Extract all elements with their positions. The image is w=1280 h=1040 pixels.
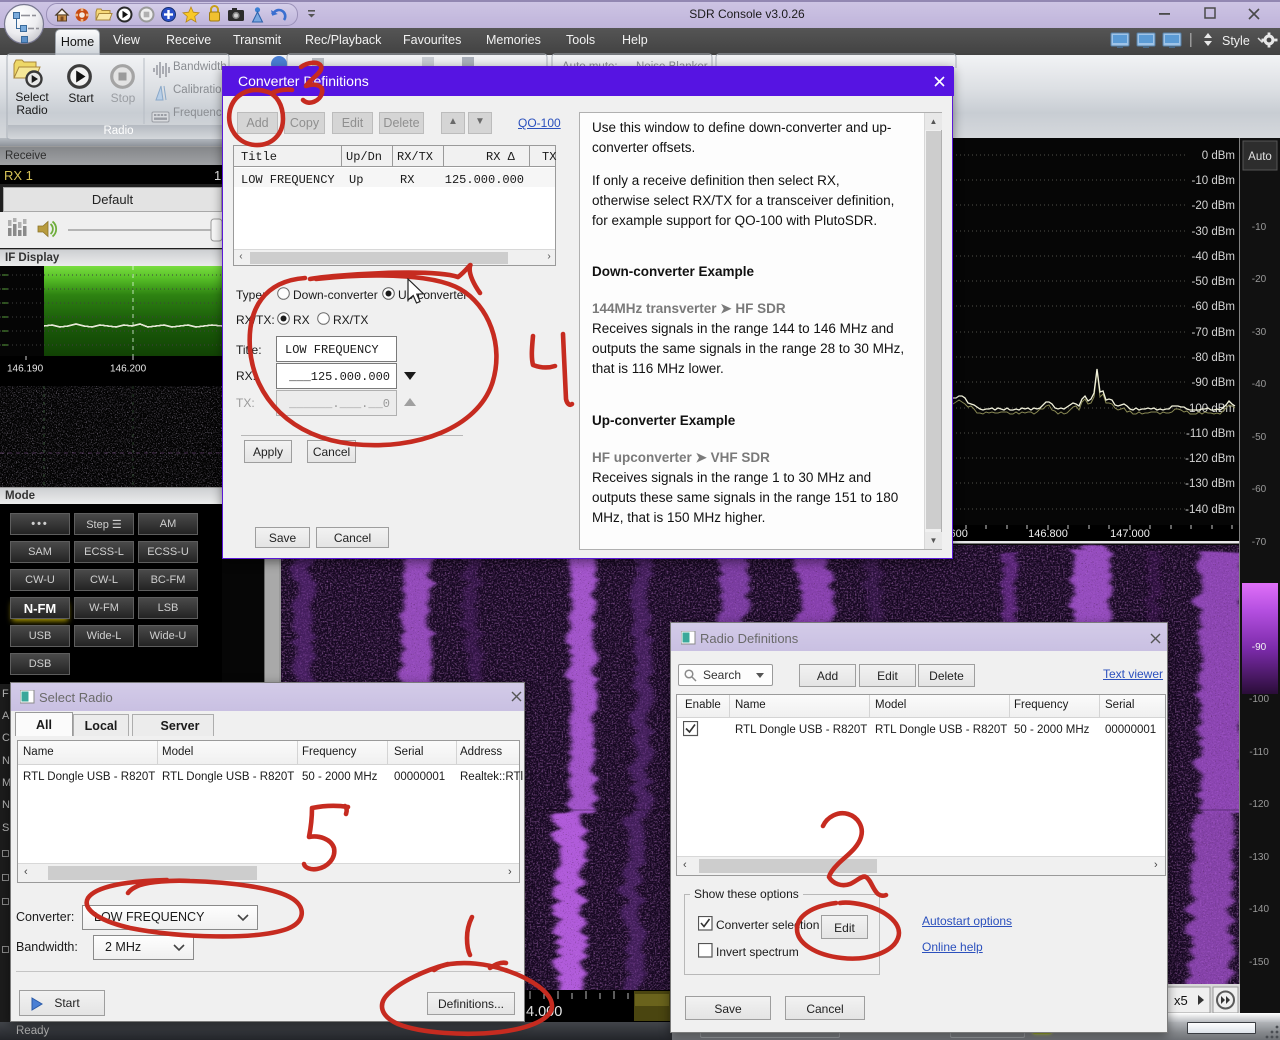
svg-text:-50 dBm: -50 dBm xyxy=(1192,276,1235,288)
svg-text:146.200: 146.200 xyxy=(110,363,147,374)
svg-text:-10: -10 xyxy=(1252,222,1267,233)
svg-text:-70 dBm: -70 dBm xyxy=(1192,327,1235,339)
svg-text:-10 dBm: -10 dBm xyxy=(1192,175,1235,187)
svg-text:-120: -120 xyxy=(1249,799,1269,810)
svg-text:-110 dBm: -110 dBm xyxy=(1186,428,1235,440)
svg-text:Style: Style xyxy=(1222,34,1250,48)
svg-text:-140 dBm: -140 dBm xyxy=(1185,504,1235,516)
svg-text:-50: -50 xyxy=(1252,432,1267,443)
svg-text:-20: -20 xyxy=(1252,274,1267,285)
svg-text:-120 dBm: -120 dBm xyxy=(1185,453,1235,465)
svg-text:Auto: Auto xyxy=(1248,151,1272,163)
svg-text:4.000: 4.000 xyxy=(526,1004,562,1020)
svg-text:-90: -90 xyxy=(1252,642,1267,653)
svg-text:0 dBm: 0 dBm xyxy=(1202,150,1235,162)
svg-text:-150: -150 xyxy=(1249,957,1269,968)
svg-text:-80 dBm: -80 dBm xyxy=(1192,352,1235,364)
svg-text:-40: -40 xyxy=(1252,379,1267,390)
svg-text:-40 dBm: -40 dBm xyxy=(1192,251,1235,263)
svg-text:-70: -70 xyxy=(1252,537,1267,548)
svg-text:-110: -110 xyxy=(1249,747,1269,758)
svg-text:-60 dBm: -60 dBm xyxy=(1192,301,1235,313)
svg-text:-20 dBm: -20 dBm xyxy=(1192,200,1235,212)
svg-text:-130: -130 xyxy=(1249,852,1269,863)
svg-text:-90 dBm: -90 dBm xyxy=(1192,377,1235,389)
svg-text:-130 dBm: -130 dBm xyxy=(1185,478,1235,490)
svg-text:-100: -100 xyxy=(1249,694,1269,705)
svg-text:-30 dBm: -30 dBm xyxy=(1192,226,1235,238)
svg-text:x5: x5 xyxy=(1174,993,1188,1008)
svg-text:-60: -60 xyxy=(1252,484,1267,495)
svg-text:146.190: 146.190 xyxy=(7,363,44,374)
svg-text:-140: -140 xyxy=(1249,904,1269,915)
svg-text:-30: -30 xyxy=(1252,327,1267,338)
